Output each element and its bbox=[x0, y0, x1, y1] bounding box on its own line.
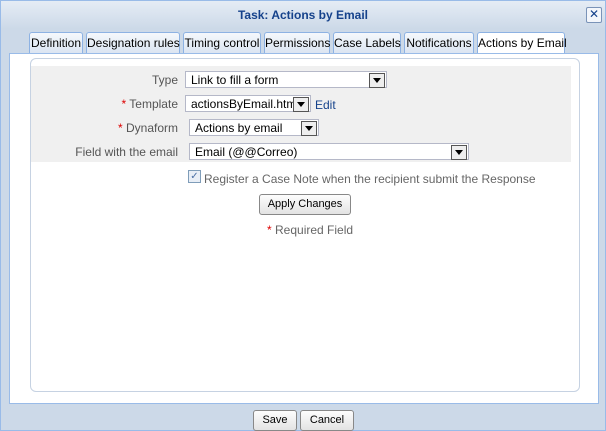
register-note-checkbox[interactable]: ✓ bbox=[188, 170, 201, 183]
cancel-button[interactable]: Cancel bbox=[300, 410, 354, 431]
dynaform-select[interactable]: Actions by email bbox=[189, 119, 319, 136]
template-select[interactable]: actionsByEmail.html bbox=[185, 95, 311, 112]
dynaform-label: * Dynaform bbox=[117, 121, 178, 135]
chevron-down-icon[interactable] bbox=[293, 97, 309, 112]
required-mark: * bbox=[267, 223, 272, 237]
dynaform-value: Actions by email bbox=[195, 121, 283, 135]
tab-notifications[interactable]: Notifications bbox=[404, 32, 474, 53]
save-button[interactable]: Save bbox=[253, 410, 297, 431]
tab-definition[interactable]: Definition bbox=[29, 32, 83, 53]
chevron-down-icon[interactable] bbox=[369, 73, 385, 88]
tab-panel: Type Link to fill a form * Template acti… bbox=[9, 53, 599, 404]
dialog-title: Task: Actions by Email bbox=[237, 8, 369, 22]
dialog-titlebar[interactable]: Task: Actions by Email ✕ bbox=[1, 1, 605, 29]
type-label: Type bbox=[151, 73, 178, 87]
tab-permissions[interactable]: Permissions bbox=[264, 32, 330, 53]
chevron-down-icon[interactable] bbox=[301, 121, 317, 136]
email-field-select[interactable]: Email (@@Correo) bbox=[189, 143, 469, 160]
tab-timing-control[interactable]: Timing control bbox=[183, 32, 261, 53]
tab-actions-by-email[interactable]: Actions by Email bbox=[477, 32, 567, 54]
email-field-value: Email (@@Correo) bbox=[195, 145, 298, 159]
type-value: Link to fill a form bbox=[191, 73, 279, 87]
required-field-note: * Required Field bbox=[267, 223, 354, 237]
register-note-label: Register a Case Note when the recipient … bbox=[204, 172, 536, 186]
email-field-label: Field with the email bbox=[75, 145, 178, 159]
template-edit-link[interactable]: Edit bbox=[315, 98, 336, 112]
required-mark: * bbox=[117, 121, 123, 135]
chevron-down-icon[interactable] bbox=[451, 145, 467, 160]
required-mark: * bbox=[121, 97, 127, 111]
close-icon[interactable]: ✕ bbox=[586, 7, 602, 23]
tab-case-labels[interactable]: Case Labels bbox=[333, 32, 401, 53]
template-value: actionsByEmail.html bbox=[191, 97, 300, 111]
apply-changes-button[interactable]: Apply Changes bbox=[259, 194, 351, 215]
template-label: * Template bbox=[121, 97, 179, 111]
task-dialog: Task: Actions by Email ✕ Definition Desi… bbox=[0, 0, 606, 431]
tab-designation-rules[interactable]: Designation rules bbox=[86, 32, 180, 53]
form-container: Type Link to fill a form * Template acti… bbox=[30, 58, 580, 392]
type-select[interactable]: Link to fill a form bbox=[185, 71, 387, 88]
